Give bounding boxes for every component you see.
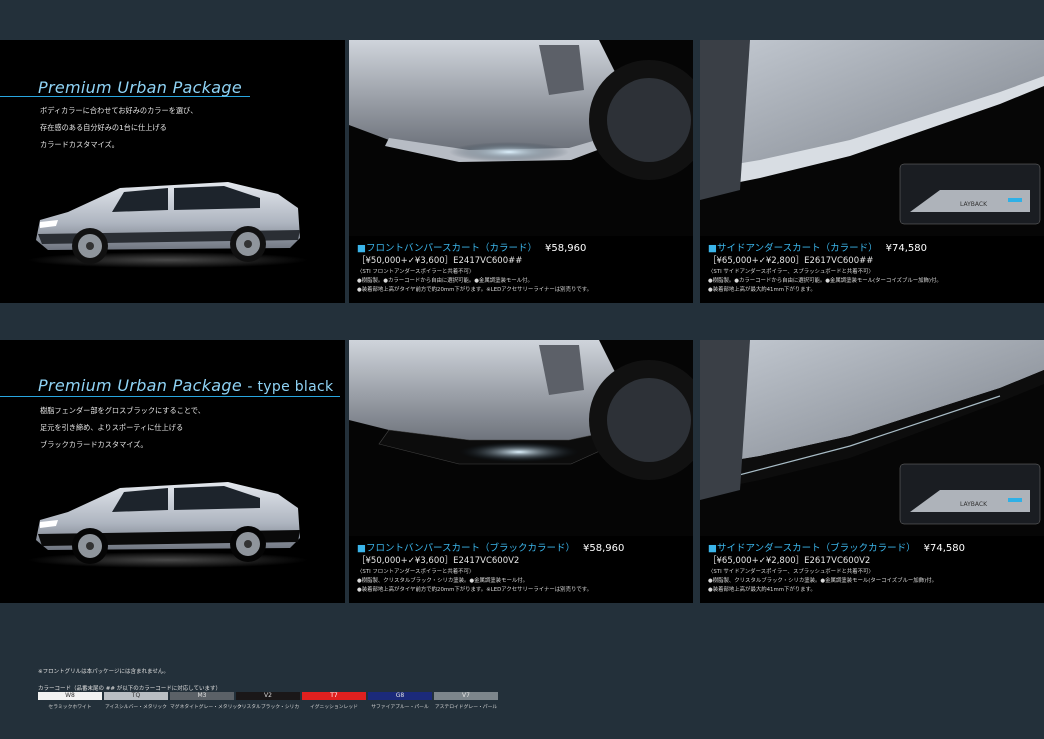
color-name-v2: クリスタルブラック・シリカ — [236, 705, 300, 710]
section1-side-skirt-name: ■サイドアンダースカート（カラード） ¥74,580 — [708, 243, 927, 254]
section1-front-skirt-code: ［¥50,000+✓¥3,600］E2417VC600## — [357, 256, 523, 266]
section2-front-skirt-name: ■フロントバンパースカート（ブラックカラード） ¥58,960 — [357, 543, 625, 554]
section1-intro-panel: Premium Urban Package ボディカラーに合わせてお好みのカラー… — [0, 40, 345, 303]
layback-badge: LAYBACK — [960, 501, 988, 508]
car-image-silver — [28, 182, 308, 268]
front-skirt-black-photo — [349, 340, 693, 536]
car-image-black-trim — [28, 482, 308, 568]
color-chip-tq: TQ — [104, 692, 168, 700]
section2-side-skirt-notes: 〈STI サイドアンダースポイラー、スプラッシュボードと共着不可〉 ●樹脂製、ク… — [708, 569, 937, 593]
section2-front-skirt-notes: 〈STI フロントアンダースポイラーと共着不可〉 ●樹脂製、クリスタルブラック・… — [357, 569, 592, 593]
front-skirt-photo — [349, 40, 693, 236]
section1-side-skirt-card: LAYBACK ■サイドアンダースカート（カラード） ¥74,580 ［¥65,0… — [700, 40, 1044, 303]
color-name-v7: アステロイドグレー・パール — [434, 705, 498, 710]
section2-side-skirt-code: ［¥65,000+✓¥2,800］E2617VC600V2 — [708, 556, 871, 566]
section1-front-skirt-card: ■フロントバンパースカート（カラード） ¥58,960 ［¥50,000+✓¥3,… — [349, 40, 693, 303]
color-name-g8: サファイアブルー・パール — [371, 705, 429, 710]
color-name-m3: マグネタイトグレー・メタリック — [170, 705, 242, 710]
grille-footnote: ※フロントグリルは本パッケージには含まれません。 — [38, 669, 169, 675]
layback-badge: LAYBACK — [960, 201, 988, 208]
color-name-t7: イグニッションレッド — [310, 705, 358, 710]
color-chip-m3: M3 — [170, 692, 234, 700]
color-chip-v7: V7 — [434, 692, 498, 700]
color-chip-g8: G8 — [368, 692, 432, 700]
color-chip-v2: V2 — [236, 692, 300, 700]
section1-front-skirt-name: ■フロントバンパースカート（カラード） ¥58,960 — [357, 243, 587, 254]
section2-title-rule — [0, 396, 340, 397]
section2-description: 樹脂フェンダー部をグロスブラックにすることで、 足元を引き締め、よりスポーティに… — [40, 406, 205, 449]
color-chip-w8: W8 — [38, 692, 102, 700]
section2-front-skirt-code: ［¥50,000+✓¥3,600］E2417VC600V2 — [357, 556, 520, 566]
color-name-tq: アイスシルバー・メタリック — [105, 705, 167, 710]
section2-intro-panel: Premium Urban Package - type black 樹脂フェン… — [0, 340, 345, 603]
section1-side-skirt-notes: 〈STI サイドアンダースポイラー、スプラッシュボードと共着不可〉 ●樹脂製。●… — [708, 269, 942, 293]
section1-description: ボディカラーに合わせてお好みのカラーを選び、 存在感のある自分好みの1台に仕上げ… — [40, 106, 198, 149]
section2-side-skirt-card: LAYBACK ■サイドアンダースカート（ブラックカラード） ¥74,580 ［¥… — [700, 340, 1044, 603]
section1-side-skirt-code: ［¥65,000+✓¥2,800］E2617VC600## — [708, 256, 874, 266]
section2-title: Premium Urban Package - type black — [38, 376, 334, 395]
color-code-title: カラーコード（品番末尾の ## が以下のカラーコードに対応しています） — [38, 686, 222, 692]
color-chip-t7: T7 — [302, 692, 366, 700]
section2-front-skirt-card: ■フロントバンパースカート（ブラックカラード） ¥58,960 ［¥50,000+… — [349, 340, 693, 603]
section1-front-skirt-notes: 〈STI フロントアンダースポイラーと共着不可〉 ●樹脂製。●カラーコードから自… — [357, 269, 592, 293]
color-name-w8: セラミックホワイト — [48, 705, 92, 710]
section1-title: Premium Urban Package — [38, 78, 243, 97]
side-skirt-black-photo: LAYBACK — [700, 340, 1044, 536]
side-skirt-photo: LAYBACK — [700, 40, 1044, 236]
section2-side-skirt-name: ■サイドアンダースカート（ブラックカラード） ¥74,580 — [708, 543, 965, 554]
